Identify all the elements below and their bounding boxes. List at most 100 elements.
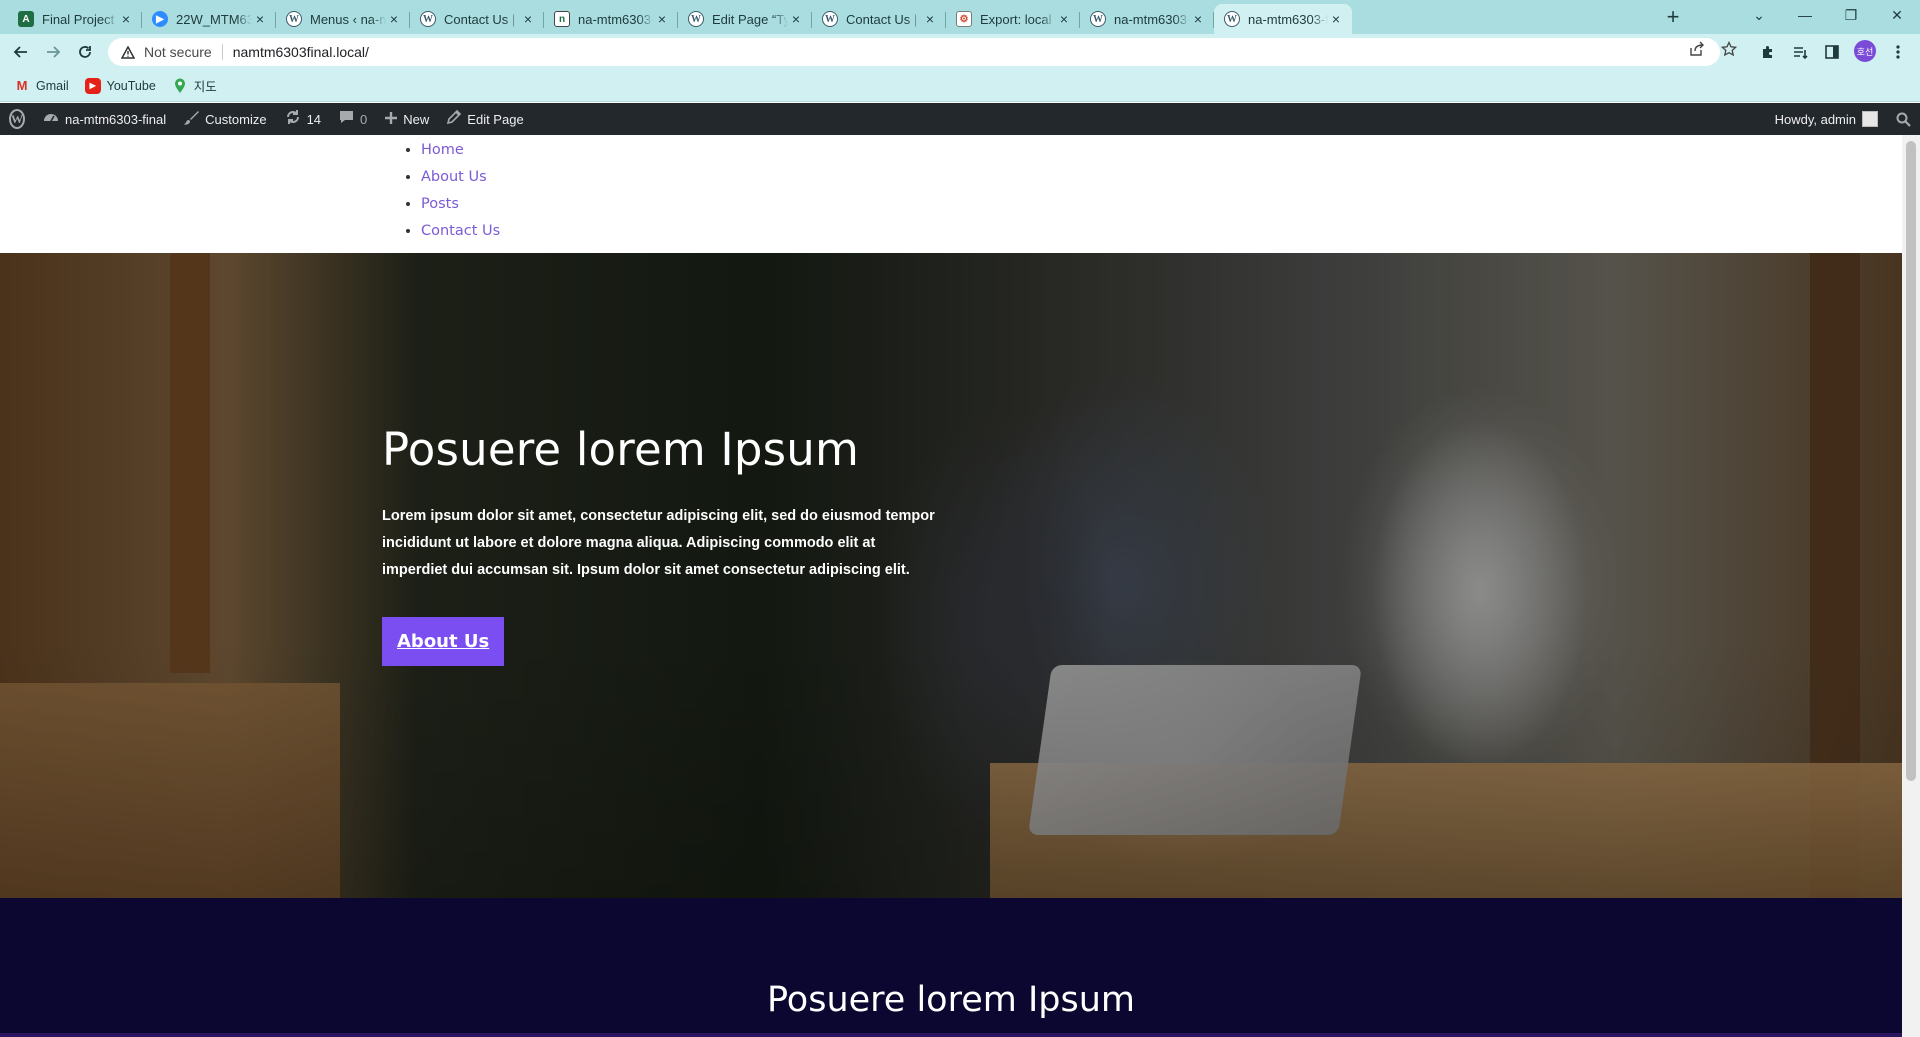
close-tab-icon[interactable]: × [520,11,536,27]
new-content-menu[interactable]: New [376,103,438,135]
close-tab-icon[interactable]: × [1328,11,1344,27]
tab-title: Final Project - Buil [42,11,118,27]
wp-logo-menu[interactable]: W [0,103,34,135]
page-scrollbar[interactable] [1902,135,1920,1037]
close-tab-icon[interactable]: × [788,11,804,27]
browser-tab[interactable]: W Edit Page “Type s× [678,4,812,34]
bookmark-youtube[interactable]: ▶ YouTube [84,77,156,94]
nav-link-home[interactable]: Home [421,142,464,158]
browser-tab-strip: AFinal Project - Buil×▶22W_MTM6303_0×WMe… [0,0,1920,34]
bookmark-gmail[interactable]: M Gmail [14,78,69,94]
scrollbar-thumb[interactable] [1906,141,1916,781]
browser-tab[interactable]: ▶ 22W_MTM6303_0× [142,4,276,34]
browser-tab[interactable]: W Menus ‹ na-mtm6× [276,4,410,34]
hero-title: Posuere lorem Ipsum [382,423,860,476]
howdy-text: Howdy, admin [1774,111,1856,127]
address-divider [221,44,223,60]
profile-avatar[interactable]: 호선 [1854,40,1876,62]
wordpress-icon: W [822,11,838,27]
browser-tab[interactable]: W Contact Us | na-m× [812,4,946,34]
extensions-puzzle-icon[interactable] [1756,40,1780,64]
browser-tab[interactable]: ⚙ Export: local - Adr× [946,4,1080,34]
brush-icon [184,110,200,129]
close-tab-icon[interactable]: × [654,11,670,27]
warning-icon [120,44,136,60]
intro-section: Posuere lorem Ipsum [0,898,1902,1037]
nav-item-about: About Us [421,164,500,191]
reload-button[interactable] [72,39,98,65]
browser-tab[interactable]: n na-mtm6303-final× [544,4,678,34]
customize-label: Customize [205,111,267,127]
updates-count: 14 [306,111,322,127]
nav-link-contact-us[interactable]: Contact Us [421,223,500,239]
edit-page-link[interactable]: Edit Page [438,103,532,135]
browser-tab[interactable]: Wna-mtm6303-final× [1080,4,1214,34]
close-tab-icon[interactable]: × [118,11,134,27]
reading-list-icon[interactable] [1788,40,1812,64]
wordpress-icon: W [1224,11,1240,27]
chrome-menu-icon[interactable] [1886,40,1910,64]
section-title: Posuere lorem Ipsum [766,980,1136,1020]
about-us-button[interactable]: About Us [382,616,505,666]
restore-button[interactable]: ❐ [1828,0,1874,30]
security-label[interactable]: Not secure [144,44,212,60]
reload-icon [79,46,91,58]
hero-content: Posuere lorem Ipsum Lorem ipsum dolor si… [382,425,942,666]
address-bar[interactable]: Not secure namtm6303final.local/ [108,38,1720,66]
wordpress-icon: W [420,11,436,27]
tab-title: na-mtm6303-final [578,11,654,27]
close-tab-icon[interactable]: × [1056,11,1072,27]
browser-toolbar: Not secure namtm6303final.local/ [0,34,1920,70]
admin-search-button[interactable] [1887,103,1920,135]
admin-bar-secondary: Howdy, admin [1766,103,1920,135]
side-panel-icon[interactable] [1820,40,1844,64]
comments-link[interactable]: 0 [330,103,376,135]
hero-section: Posuere lorem Ipsum Lorem ipsum dolor si… [0,253,1902,898]
tab-title: na-mtm6303-final [1248,11,1328,27]
hero-description: Lorem ipsum dolor sit amet, consectetur … [382,507,935,578]
updates-link[interactable]: 14 [276,103,330,135]
wordpress-icon: W [1090,11,1106,27]
forward-button[interactable] [40,39,66,65]
browser-tab[interactable]: A Final Project - Buil× [8,4,142,34]
url-text[interactable]: namtm6303final.local/ [233,44,369,60]
customize-link[interactable]: Customize [175,103,275,135]
nav-link-about-us[interactable]: About Us [421,169,487,185]
close-tab-icon[interactable]: × [1190,11,1206,27]
browser-tab[interactable]: W Contact Us | na-m× [410,4,544,34]
forward-arrow-icon [47,46,61,58]
maps-icon [172,78,188,94]
page-viewport: Home About Us Posts Contact Us Posuere l… [0,135,1902,1037]
close-window-button[interactable]: ✕ [1874,0,1920,30]
browser-tab[interactable]: Wna-mtm6303-final× [1214,4,1352,34]
site-name-menu[interactable]: na-mtm6303-final [34,103,175,135]
tab-title: Contact Us | na-m [846,11,922,27]
share-icon[interactable] [1689,41,1705,60]
section-bottom-edge [0,1033,1902,1037]
youtube-icon: ▶ [84,77,101,94]
my-account-menu[interactable]: Howdy, admin [1766,103,1887,135]
wordpress-icon: W [688,11,704,27]
bookmark-label: YouTube [106,78,156,93]
gmail-icon: M [16,78,28,93]
nav-link-posts[interactable]: Posts [421,196,459,212]
bookmark-star-icon[interactable] [1720,40,1738,60]
tab-search-icon[interactable]: ⌄ [1736,0,1782,30]
tab-title: 22W_MTM6303_0 [176,11,252,27]
close-tab-icon[interactable]: × [922,11,938,27]
dashboard-gauge-icon [43,110,59,128]
close-tab-icon[interactable]: × [252,11,268,27]
back-button[interactable] [8,39,34,65]
tab-title: Menus ‹ na-mtm6 [310,11,386,27]
bookmark-label: Gmail [36,78,69,93]
minimize-button[interactable]: — [1782,0,1828,30]
pencil-icon [447,109,462,128]
tab-title: Contact Us | na-m [444,11,520,27]
bookmark-maps[interactable]: 지도 [172,76,217,95]
close-tab-icon[interactable]: × [386,11,402,27]
updates-refresh-icon [285,109,301,129]
new-tab-button[interactable]: + [1661,6,1685,30]
zoom-icon: ▶ [152,11,168,27]
plus-icon [385,111,398,128]
nav-item-posts: Posts [421,191,500,218]
